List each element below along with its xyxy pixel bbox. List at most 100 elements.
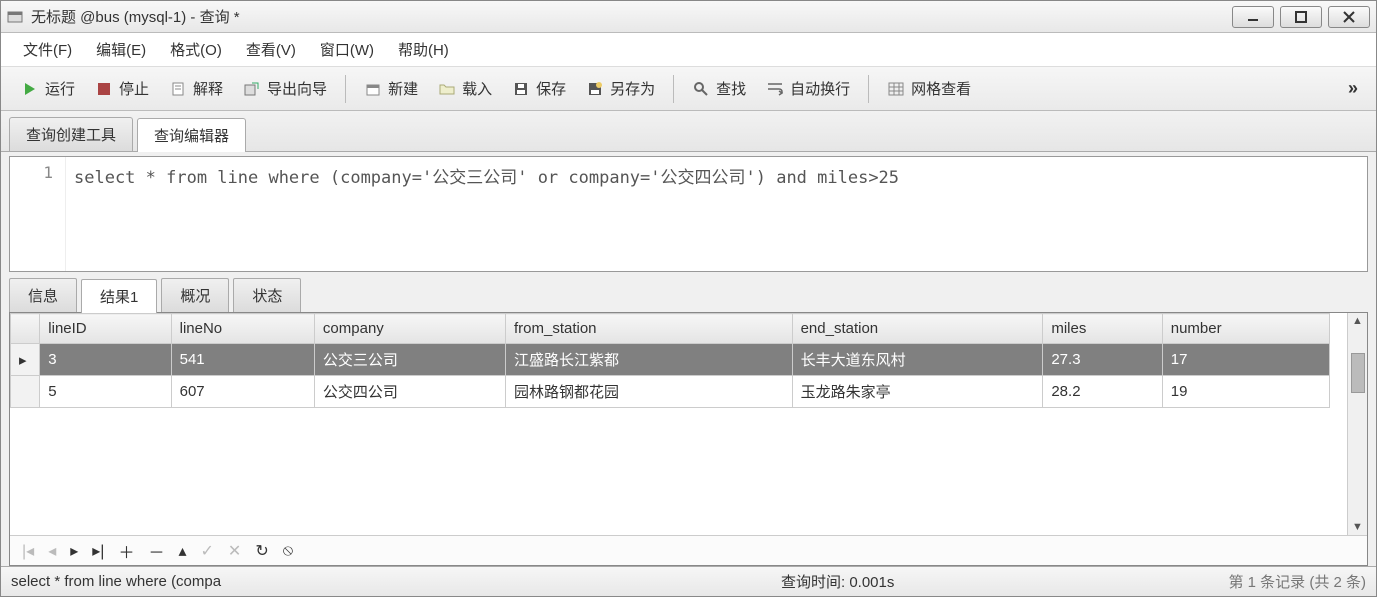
export-wizard-button[interactable]: 导出向导 <box>233 74 337 103</box>
menu-format[interactable]: 格式(O) <box>158 35 234 64</box>
save-as-button[interactable]: 另存为 <box>576 74 665 103</box>
menu-bar: 文件(F) 编辑(E) 格式(O) 查看(V) 窗口(W) 帮助(H) <box>1 33 1376 67</box>
row-indicator-header <box>11 314 40 344</box>
new-label: 新建 <box>388 78 418 99</box>
export-icon <box>243 80 261 98</box>
tab-result1[interactable]: 结果1 <box>81 279 157 313</box>
explain-button[interactable]: 解释 <box>159 74 233 103</box>
nav-check-icon[interactable]: ✓ <box>201 541 214 561</box>
stop-label: 停止 <box>119 78 149 99</box>
tab-query-editor[interactable]: 查询编辑器 <box>137 118 246 152</box>
cell-miles[interactable]: 27.3 <box>1043 344 1162 376</box>
auto-wrap-button[interactable]: 自动换行 <box>756 74 860 103</box>
cell-lineID[interactable]: 3 <box>40 344 171 376</box>
table-row[interactable]: 5607公交四公司园林路钢都花园玉龙路朱家亭28.219 <box>11 376 1330 408</box>
window-title: 无标题 @bus (mysql-1) - 查询 * <box>31 6 1232 27</box>
toolbar: 运行 停止 解释 导出向导 新建 载入 保存 另存为 查找 自动换行 网格查看 <box>1 67 1376 111</box>
new-button[interactable]: 新建 <box>354 74 428 103</box>
col-header[interactable]: lineNo <box>171 314 314 344</box>
load-button[interactable]: 载入 <box>428 74 502 103</box>
run-button[interactable]: 运行 <box>11 74 85 103</box>
col-header[interactable]: number <box>1162 314 1329 344</box>
save-icon <box>512 80 530 98</box>
tab-info[interactable]: 信息 <box>9 278 77 312</box>
col-header[interactable]: end_station <box>792 314 1043 344</box>
explain-icon <box>169 80 187 98</box>
cell-lineNo[interactable]: 541 <box>171 344 314 376</box>
line-number: 1 <box>10 163 53 182</box>
col-header[interactable]: lineID <box>40 314 171 344</box>
table-row[interactable]: ▸3541公交三公司江盛路长江紫都长丰大道东风村27.317 <box>11 344 1330 376</box>
menu-window[interactable]: 窗口(W) <box>308 35 386 64</box>
scroll-down-icon[interactable]: ▼ <box>1352 521 1363 533</box>
export-label: 导出向导 <box>267 78 327 99</box>
grid-scroll-area[interactable]: lineID lineNo company from_station end_s… <box>10 313 1367 535</box>
scroll-up-icon[interactable]: ▲ <box>1352 315 1363 327</box>
nav-cancel-icon[interactable]: ✕ <box>228 541 241 561</box>
stop-button[interactable]: 停止 <box>85 74 159 103</box>
cell-from_station[interactable]: 园林路钢都花园 <box>505 376 792 408</box>
tab-query-builder[interactable]: 查询创建工具 <box>9 117 133 151</box>
nav-refresh-icon[interactable]: ↻ <box>255 541 268 561</box>
run-label: 运行 <box>45 78 75 99</box>
cell-number[interactable]: 17 <box>1162 344 1329 376</box>
grid-view-label: 网格查看 <box>911 78 971 99</box>
toolbar-overflow-button[interactable]: » <box>1340 78 1366 99</box>
app-icon <box>7 9 23 25</box>
new-icon <box>364 80 382 98</box>
sql-code[interactable]: select * from line where (company='公交三公司… <box>66 157 1367 271</box>
nav-remove-icon[interactable]: － <box>148 539 164 563</box>
cell-miles[interactable]: 28.2 <box>1043 376 1162 408</box>
cell-lineID[interactable]: 5 <box>40 376 171 408</box>
result-grid-panel: lineID lineNo company from_station end_s… <box>9 312 1368 566</box>
title-bar: 无标题 @bus (mysql-1) - 查询 * <box>1 1 1376 33</box>
cell-lineNo[interactable]: 607 <box>171 376 314 408</box>
tab-profile[interactable]: 概况 <box>161 278 229 312</box>
window-controls <box>1232 6 1370 28</box>
status-record-info: 第 1 条记录 (共 2 条) <box>1041 571 1366 592</box>
save-button[interactable]: 保存 <box>502 74 576 103</box>
save-as-icon <box>586 80 604 98</box>
menu-view[interactable]: 查看(V) <box>234 35 308 64</box>
minimize-button[interactable] <box>1232 6 1274 28</box>
menu-help[interactable]: 帮助(H) <box>386 35 461 64</box>
maximize-button[interactable] <box>1280 6 1322 28</box>
grid-icon <box>887 80 905 98</box>
cell-end_station[interactable]: 长丰大道东风村 <box>792 344 1043 376</box>
record-nav-bar: |◂ ◂ ▸ ▸| ＋ － ▴ ✓ ✕ ↻ ⦸ <box>10 535 1367 565</box>
vertical-scrollbar[interactable]: ▲ ▼ <box>1347 313 1367 535</box>
find-label: 查找 <box>716 78 746 99</box>
cell-company[interactable]: 公交四公司 <box>314 376 505 408</box>
cell-end_station[interactable]: 玉龙路朱家亭 <box>792 376 1043 408</box>
scroll-thumb[interactable] <box>1351 353 1365 393</box>
status-query-time: 查询时间: 0.001s <box>781 571 1041 592</box>
result-tabs: 信息 结果1 概况 状态 <box>9 278 1368 312</box>
row-indicator: ▸ <box>11 344 40 376</box>
nav-add-icon[interactable]: ＋ <box>118 539 134 563</box>
status-sql-preview: select * from line where (compa <box>11 573 781 590</box>
col-header[interactable]: miles <box>1043 314 1162 344</box>
row-indicator <box>11 376 40 408</box>
cell-company[interactable]: 公交三公司 <box>314 344 505 376</box>
nav-up-icon[interactable]: ▴ <box>178 541 186 561</box>
close-button[interactable] <box>1328 6 1370 28</box>
nav-stop-icon[interactable]: ⦸ <box>283 542 293 560</box>
play-icon <box>21 80 39 98</box>
menu-file[interactable]: 文件(F) <box>11 35 84 64</box>
nav-prev-icon[interactable]: ◂ <box>48 541 56 561</box>
sql-editor[interactable]: 1 select * from line where (company='公交三… <box>9 156 1368 272</box>
save-as-label: 另存为 <box>610 78 655 99</box>
nav-first-icon[interactable]: |◂ <box>22 541 34 561</box>
auto-wrap-label: 自动换行 <box>790 78 850 99</box>
tab-status[interactable]: 状态 <box>233 278 301 312</box>
find-button[interactable]: 查找 <box>682 74 756 103</box>
col-header[interactable]: company <box>314 314 505 344</box>
cell-number[interactable]: 19 <box>1162 376 1329 408</box>
col-header[interactable]: from_station <box>505 314 792 344</box>
nav-next-icon[interactable]: ▸ <box>70 541 78 561</box>
grid-view-button[interactable]: 网格查看 <box>877 74 981 103</box>
nav-last-icon[interactable]: ▸| <box>92 541 104 561</box>
cell-from_station[interactable]: 江盛路长江紫都 <box>505 344 792 376</box>
line-gutter: 1 <box>10 157 66 271</box>
menu-edit[interactable]: 编辑(E) <box>84 35 158 64</box>
